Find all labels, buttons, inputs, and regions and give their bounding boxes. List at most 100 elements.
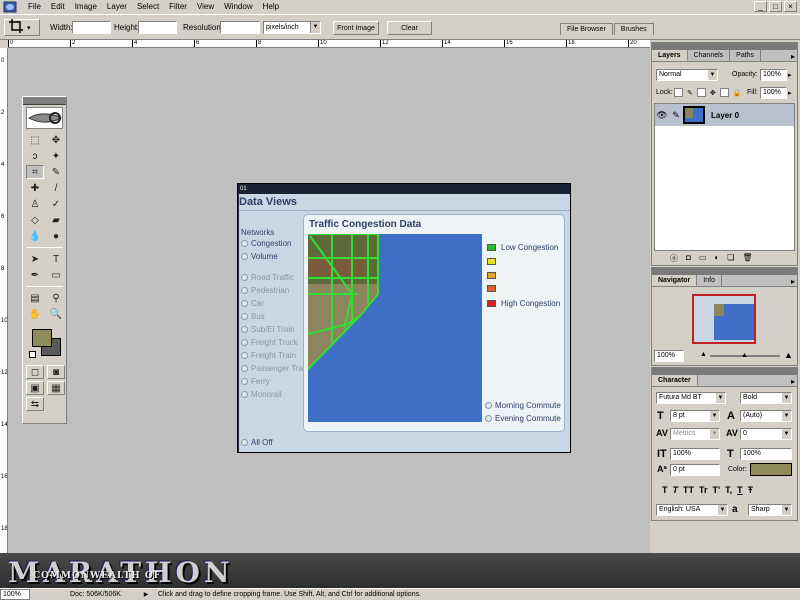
width-input[interactable] <box>72 21 111 34</box>
menu-image[interactable]: Image <box>70 0 102 14</box>
font-size-select[interactable]: 8 pt ▼ <box>670 410 720 422</box>
screen-mode-full-icon[interactable]: ▦ <box>47 381 65 395</box>
palette-title-bar[interactable] <box>652 268 797 275</box>
status-zoom-input[interactable]: 100% <box>0 589 30 600</box>
lock-position-checkbox[interactable] <box>719 88 729 97</box>
close-button[interactable]: × <box>784 1 797 12</box>
pen-tool-icon[interactable]: ✒ <box>26 268 44 282</box>
brush-tool-icon[interactable]: / <box>47 181 65 195</box>
menu-filter[interactable]: Filter <box>164 0 192 14</box>
palette-title-bar[interactable] <box>652 368 797 375</box>
layer-row[interactable]: 👁 ✎ Layer 0 <box>655 104 794 126</box>
lock-transparency-checkbox[interactable] <box>674 88 683 97</box>
menu-edit[interactable]: Edit <box>46 0 70 14</box>
eraser-tool-icon[interactable]: ◇ <box>26 213 44 227</box>
healing-brush-tool-icon[interactable]: ✚ <box>26 181 44 195</box>
font-style-select[interactable]: Bold ▼ <box>740 392 792 404</box>
crop-tool-icon[interactable]: ⌗ <box>26 165 44 179</box>
faux-italic-button[interactable]: T <box>673 485 679 495</box>
front-image-button[interactable]: Front Image <box>333 21 379 35</box>
menu-window[interactable]: Window <box>219 0 257 14</box>
marquee-tool-icon[interactable]: ⬚ <box>26 133 44 147</box>
tab-character[interactable]: Character <box>652 375 698 386</box>
menu-help[interactable]: Help <box>258 0 284 14</box>
eye-icon[interactable]: 👁 <box>655 110 669 121</box>
layer-style-icon[interactable]: ⓞ <box>670 253 678 264</box>
tab-navigator[interactable]: Navigator <box>652 275 698 286</box>
blur-tool-icon[interactable]: 💧 <box>26 229 44 243</box>
palette-menu-icon[interactable]: ▸ <box>791 277 795 286</box>
feather-logo-icon[interactable] <box>26 107 63 129</box>
path-selection-tool-icon[interactable]: ➤ <box>26 252 44 266</box>
tab-info[interactable]: Info <box>697 275 722 286</box>
chevron-right-icon[interactable]: ▸ <box>788 71 792 79</box>
fill-input[interactable]: 100% <box>760 87 787 99</box>
tool-preset-picker[interactable]: ▾ <box>4 19 40 36</box>
zoom-tool-icon[interactable]: 🔍 <box>47 307 65 321</box>
eyedropper-tool-icon[interactable]: ⚲ <box>47 291 65 305</box>
vertical-scale-input[interactable]: 100% <box>670 448 720 460</box>
text-color-swatch[interactable] <box>750 463 792 476</box>
new-layer-icon[interactable]: ❏ <box>727 253 734 264</box>
zoom-in-icon[interactable]: ▲ <box>784 350 793 360</box>
clone-stamp-tool-icon[interactable]: ♙ <box>26 197 44 211</box>
restore-button[interactable]: □ <box>769 1 782 12</box>
language-select[interactable]: English: USA ▼ <box>656 504 728 516</box>
slice-tool-icon[interactable]: ✎ <box>47 165 65 179</box>
document-title-bar[interactable]: 01 <box>238 184 570 194</box>
rectangle-tool-icon[interactable]: ▭ <box>47 268 65 282</box>
blend-mode-select[interactable]: Normal ▼ <box>656 69 718 81</box>
antialias-select[interactable]: Sharp ▼ <box>748 504 792 516</box>
underline-button[interactable]: T <box>737 485 743 495</box>
small-caps-button[interactable]: Tr <box>699 485 708 495</box>
play-icon[interactable]: ▶ <box>140 591 152 598</box>
jump-to-imageready-icon[interactable]: ⇆ <box>26 397 44 411</box>
height-input[interactable] <box>138 21 177 34</box>
navigator-zoom-input[interactable]: 100% <box>654 350 684 362</box>
minimize-button[interactable]: _ <box>754 1 767 12</box>
resolution-units-select[interactable]: pixels/inch ▼ <box>263 21 321 34</box>
quick-mask-mode-icon[interactable]: ◙ <box>47 365 65 379</box>
palette-menu-icon[interactable]: ▸ <box>791 52 795 61</box>
move-tool-icon[interactable]: ✥ <box>47 133 65 147</box>
trash-icon[interactable]: 🗑 <box>742 253 752 264</box>
menu-view[interactable]: View <box>192 0 219 14</box>
chevron-right-icon[interactable]: ▸ <box>788 89 792 97</box>
tab-channels[interactable]: Channels <box>688 50 731 61</box>
magic-wand-tool-icon[interactable]: ✦ <box>47 149 65 163</box>
strikethrough-button[interactable]: Ŧ <box>748 485 754 495</box>
default-colors-icon[interactable] <box>29 351 36 358</box>
subscript-button[interactable]: T, <box>725 485 732 495</box>
resolution-input[interactable] <box>220 21 260 34</box>
document-image[interactable]: Data Views Networks Congestion Volume Ro… <box>239 194 570 452</box>
adjustment-layer-icon[interactable]: ◐ <box>714 253 719 264</box>
tab-layers[interactable]: Layers <box>652 50 688 61</box>
faux-bold-button[interactable]: T <box>662 485 668 495</box>
kerning-select[interactable]: Metrics ▼ <box>670 428 720 440</box>
menu-file[interactable]: File <box>23 0 46 14</box>
navigator-preview[interactable] <box>692 294 756 344</box>
hand-tool-icon[interactable]: ✋ <box>26 307 44 321</box>
all-caps-button[interactable]: TT <box>683 485 694 495</box>
superscript-button[interactable]: T' <box>713 485 721 495</box>
lasso-tool-icon[interactable]: ↄ <box>26 149 44 163</box>
layer-set-icon[interactable]: ▭ <box>699 253 707 264</box>
toolbox-title-bar[interactable] <box>23 97 66 105</box>
font-family-select[interactable]: Futura Md BT ▼ <box>656 392 726 404</box>
palette-title-bar[interactable] <box>652 43 797 50</box>
history-brush-tool-icon[interactable]: ✓ <box>47 197 65 211</box>
type-tool-icon[interactable]: T <box>47 252 65 266</box>
menu-select[interactable]: Select <box>132 0 164 14</box>
standard-mode-icon[interactable]: ◻ <box>26 365 44 379</box>
tab-brushes[interactable]: Brushes <box>613 23 654 35</box>
zoom-slider-thumb[interactable]: ▲ <box>741 352 748 359</box>
dodge-tool-icon[interactable]: ● <box>47 229 65 243</box>
gradient-tool-icon[interactable]: ▰ <box>47 213 65 227</box>
tab-file-browser[interactable]: File Browser <box>560 23 613 35</box>
lock-image-checkbox[interactable] <box>696 88 706 97</box>
tab-paths[interactable]: Paths <box>730 50 762 61</box>
baseline-shift-input[interactable]: 0 pt <box>670 464 720 476</box>
foreground-color-swatch[interactable] <box>32 329 52 347</box>
opacity-input[interactable]: 100% <box>760 69 787 81</box>
screen-mode-standard-icon[interactable]: ▣ <box>26 381 44 395</box>
